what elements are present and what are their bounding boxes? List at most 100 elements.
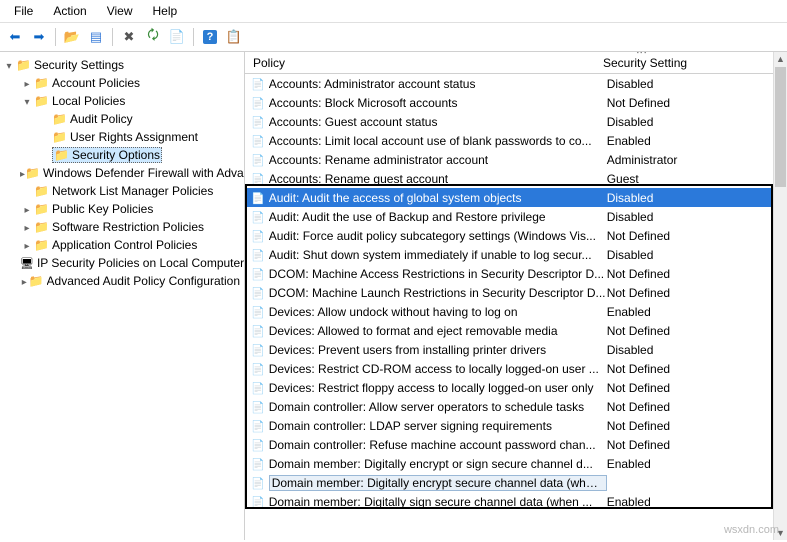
- policy-setting: Not Defined: [607, 286, 787, 300]
- forward-button[interactable]: [28, 26, 50, 48]
- collapse-icon[interactable]: [2, 58, 16, 72]
- policy-name: Domain controller: Allow server operator…: [269, 400, 607, 414]
- policy-row[interactable]: Accounts: Rename administrator accountAd…: [245, 150, 787, 169]
- folder-icon: [25, 166, 43, 180]
- menu-action[interactable]: Action: [43, 2, 96, 20]
- policy-name: Audit: Audit the use of Backup and Resto…: [269, 210, 607, 224]
- policy-row[interactable]: Accounts: Administrator account statusDi…: [245, 74, 787, 93]
- policy-setting: Disabled: [607, 77, 787, 91]
- policy-row[interactable]: Domain member: Digitally sign secure cha…: [245, 492, 787, 511]
- policy-name: DCOM: Machine Access Restrictions in Sec…: [269, 267, 607, 281]
- policy-icon: [245, 343, 269, 357]
- policy-setting: Enabled: [607, 457, 787, 471]
- export-list-button[interactable]: [166, 26, 188, 48]
- policy-name: Devices: Allow undock without having to …: [269, 305, 607, 319]
- policy-row[interactable]: Audit: Shut down system immediately if u…: [245, 245, 787, 264]
- policy-row[interactable]: Audit: Force audit policy subcategory se…: [245, 226, 787, 245]
- tree-item[interactable]: Software Restriction Policies: [2, 218, 242, 236]
- policy-icon: [245, 96, 269, 110]
- column-header-policy[interactable]: Policy: [245, 53, 595, 73]
- tree-label: User Rights Assignment: [70, 130, 198, 144]
- tree-item[interactable]: Application Control Policies: [2, 236, 242, 254]
- splitter-handle-icon[interactable]: ⋮: [635, 52, 648, 58]
- tree-item[interactable]: Account Policies: [2, 74, 242, 92]
- tree-label: Public Key Policies: [52, 202, 153, 216]
- policy-row[interactable]: Domain member: Digitally encrypt or sign…: [245, 454, 787, 473]
- policy-row[interactable]: Devices: Restrict floppy access to local…: [245, 378, 787, 397]
- policy-name: Devices: Restrict CD-ROM access to local…: [269, 362, 607, 376]
- tree-item[interactable]: Advanced Audit Policy Configuration: [2, 272, 242, 290]
- policy-icon: [245, 191, 269, 205]
- list-pane: ⋮ Policy Security Setting Accounts: Admi…: [245, 52, 787, 540]
- properties-button[interactable]: [223, 26, 245, 48]
- show-hide-panes-button[interactable]: [85, 26, 107, 48]
- policy-row[interactable]: Accounts: Rename guest accountGuest: [245, 169, 787, 188]
- policy-setting: Enabled: [607, 305, 787, 319]
- vertical-scrollbar[interactable]: ▲ ▼: [773, 52, 787, 540]
- expand-icon[interactable]: [20, 76, 34, 90]
- menu-help[interactable]: Help: [143, 2, 188, 20]
- tree-item[interactable]: Public Key Policies: [2, 200, 242, 218]
- up-level-button[interactable]: [61, 26, 83, 48]
- policy-icon: [245, 286, 269, 300]
- policy-name: Audit: Audit the access of global system…: [269, 191, 607, 205]
- policy-setting: Not Defined: [607, 267, 787, 281]
- policy-row[interactable]: Domain member: Digitally encrypt secure …: [245, 473, 787, 492]
- menu-file[interactable]: File: [4, 2, 43, 20]
- policy-name: Accounts: Administrator account status: [269, 77, 607, 91]
- tree-item[interactable]: Security Options: [2, 146, 242, 164]
- policy-setting: Not Defined: [607, 381, 787, 395]
- policy-setting: Disabled: [607, 210, 787, 224]
- tree-item[interactable]: Windows Defender Firewall with Advanced …: [2, 164, 242, 182]
- policy-row[interactable]: Audit: Audit the access of global system…: [245, 188, 787, 207]
- policy-name: Domain member: Digitally encrypt or sign…: [269, 457, 607, 471]
- policy-row[interactable]: Accounts: Limit local account use of bla…: [245, 131, 787, 150]
- expand-icon[interactable]: [20, 238, 34, 252]
- expand-icon[interactable]: [20, 202, 34, 216]
- policy-row[interactable]: Domain controller: LDAP server signing r…: [245, 416, 787, 435]
- policy-row[interactable]: Accounts: Guest account statusDisabled: [245, 112, 787, 131]
- column-header-setting[interactable]: Security Setting: [595, 53, 787, 73]
- tree-label: Software Restriction Policies: [52, 220, 204, 234]
- menubar: File Action View Help: [0, 0, 787, 23]
- policy-row[interactable]: Devices: Allowed to format and eject rem…: [245, 321, 787, 340]
- policy-name: Audit: Shut down system immediately if u…: [269, 248, 607, 262]
- folder-icon: [34, 238, 52, 252]
- expand-icon[interactable]: [20, 274, 29, 288]
- policy-row[interactable]: Devices: Restrict CD-ROM access to local…: [245, 359, 787, 378]
- tree-item[interactable]: Network List Manager Policies: [2, 182, 242, 200]
- delete-button[interactable]: [118, 26, 140, 48]
- policy-row[interactable]: Devices: Allow undock without having to …: [245, 302, 787, 321]
- help-button[interactable]: [199, 26, 221, 48]
- tree-item[interactable]: IP Security Policies on Local Computer: [2, 254, 242, 272]
- collapse-icon[interactable]: [20, 94, 34, 108]
- policy-row[interactable]: Audit: Audit the use of Backup and Resto…: [245, 207, 787, 226]
- policy-row[interactable]: Domain controller: Allow server operator…: [245, 397, 787, 416]
- policy-row[interactable]: DCOM: Machine Launch Restrictions in Sec…: [245, 283, 787, 302]
- menu-view[interactable]: View: [97, 2, 143, 20]
- back-button[interactable]: [4, 26, 26, 48]
- scroll-up-icon[interactable]: ▲: [774, 52, 787, 66]
- refresh-button[interactable]: [142, 26, 164, 48]
- tree-item[interactable]: Audit Policy: [2, 110, 242, 128]
- policy-row[interactable]: DCOM: Machine Access Restrictions in Sec…: [245, 264, 787, 283]
- scroll-thumb[interactable]: [775, 67, 786, 187]
- policy-row[interactable]: Devices: Prevent users from installing p…: [245, 340, 787, 359]
- tree-item[interactable]: Security Settings: [2, 56, 242, 74]
- policy-icon: [245, 77, 269, 91]
- tree-pane[interactable]: Security SettingsAccount Policies Local P…: [0, 52, 245, 540]
- tree-label: Advanced Audit Policy Configuration: [47, 274, 240, 288]
- tree-item[interactable]: Local Policies: [2, 92, 242, 110]
- policy-setting: Administrator: [607, 153, 787, 167]
- policy-setting: Disabled: [607, 191, 787, 205]
- policy-setting: Not Defined: [607, 362, 787, 376]
- policy-icon: [245, 115, 269, 129]
- policy-row[interactable]: Accounts: Block Microsoft accountsNot De…: [245, 93, 787, 112]
- policy-list[interactable]: Accounts: Administrator account statusDi…: [245, 74, 787, 540]
- policy-name: DCOM: Machine Launch Restrictions in Sec…: [269, 286, 607, 300]
- tree-label: Local Policies: [52, 94, 125, 108]
- expand-icon[interactable]: [20, 220, 34, 234]
- tree-item[interactable]: User Rights Assignment: [2, 128, 242, 146]
- policy-row[interactable]: Domain controller: Refuse machine accoun…: [245, 435, 787, 454]
- tree-label: Windows Defender Firewall with Advanced …: [43, 166, 245, 180]
